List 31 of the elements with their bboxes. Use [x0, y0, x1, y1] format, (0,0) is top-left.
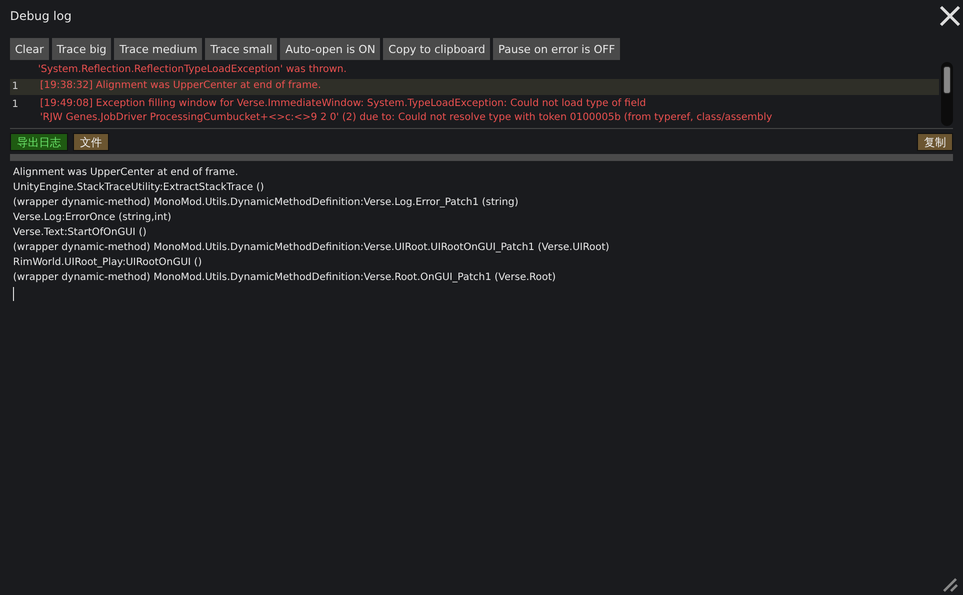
toolbar-button[interactable]: Trace small: [205, 38, 278, 60]
action-button[interactable]: 文件: [73, 133, 109, 151]
stack-trace-line: Alignment was UpperCenter at end of frame.: [13, 166, 240, 180]
stack-trace-line: UnityEngine.StackTraceUtility:ExtractStackTrace (): [13, 181, 266, 195]
log-message: [19:49:08] Exception filling window for Verse.ImmediateWindow: System.TypeLoadException: Could not load type of field: [40, 97, 647, 111]
action-button[interactable]: 导出日志: [10, 133, 68, 151]
log-entry[interactable]: 1 [19:38:32] Alignment was UpperCenter at end of frame.: [10, 79, 939, 95]
copy-button[interactable]: 复制: [917, 133, 953, 151]
stack-trace-line: (wrapper dynamic-method) MonoMod.Utils.DynamicMethodDefinition:Verse.Root.OnGUI_Patch1 (Verse.Root): [13, 271, 557, 285]
toolbar-button[interactable]: Auto-open is ON: [280, 38, 380, 60]
toolbar-button[interactable]: Copy to clipboard: [383, 38, 490, 60]
log-count: 1: [11, 98, 20, 112]
toolbar-button[interactable]: Trace big: [52, 38, 112, 60]
resize-grip-icon[interactable]: [943, 578, 959, 592]
log-message: [19:38:32] Alignment was UpperCenter at end of frame.: [40, 79, 322, 93]
log-message: 'System.Reflection.ReflectionTypeLoadException' was thrown.: [38, 63, 347, 77]
stack-trace-line: (wrapper dynamic-method) MonoMod.Utils.DynamicMethodDefinition:Verse.Log.Error_Patch1 (string): [13, 196, 520, 210]
scrollbar[interactable]: [941, 62, 953, 126]
stack-trace-line: Verse.Log:ErrorOnce (string,int): [13, 211, 172, 225]
log-message: 'RJW Genes.JobDriver ProcessingCumbucket+<>c:<>9 2 0' (2) due to: Could not resolve type with token 0100005b (from typeref, class/assembly: [40, 111, 772, 125]
close-icon[interactable]: [939, 5, 961, 27]
window-title: Debug log: [10, 9, 72, 23]
toolbar-button[interactable]: Clear: [10, 38, 49, 60]
log-entry[interactable]: 'System.Reflection.ReflectionTypeLoadException' was thrown.: [10, 63, 939, 77]
stack-trace-line: RimWorld.UIRoot_Play:UIRootOnGUI (): [13, 256, 203, 270]
toolbar-button[interactable]: Trace medium: [114, 38, 202, 60]
toolbar-button[interactable]: Pause on error is OFF: [493, 38, 620, 60]
stack-trace-line: Verse.Text:StartOfOnGUI (): [13, 226, 148, 240]
stack-trace-line: (wrapper dynamic-method) MonoMod.Utils.DynamicMethodDefinition:Verse.UIRoot.UIRootOnGUI_Patch1 (Verse.UIRoot): [13, 241, 610, 255]
log-count: 1: [11, 80, 20, 94]
text-cursor: [13, 287, 14, 301]
